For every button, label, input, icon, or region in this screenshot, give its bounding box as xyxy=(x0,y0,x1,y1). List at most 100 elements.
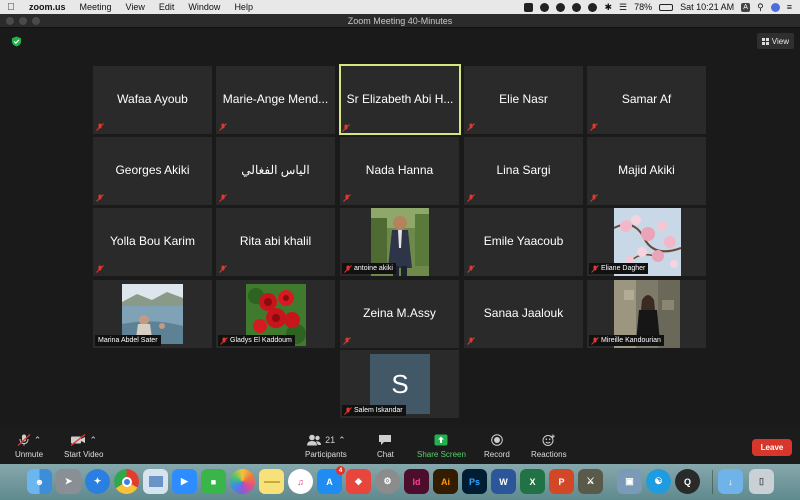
participant-name: Rita abi khalil xyxy=(239,234,312,248)
participant-tile[interactable]: Zeina M.Assy xyxy=(340,280,459,348)
participant-tile[interactable]: Marie-Ange Mend... xyxy=(216,66,335,134)
trash-icon[interactable]: ▯ xyxy=(749,469,774,494)
encryption-shield-icon[interactable] xyxy=(11,36,22,47)
audio-options-chevron-icon[interactable]: ⌃ xyxy=(34,435,42,446)
wifi-icon[interactable]: ☰ xyxy=(619,2,627,13)
participant-tile[interactable]: Yolla Bou Karim xyxy=(93,208,212,276)
participant-tile[interactable]: Sanaa Jaalouk xyxy=(464,280,583,348)
anydesk-icon[interactable]: ◆ xyxy=(346,469,371,494)
photoshop-icon[interactable]: Ps xyxy=(462,469,487,494)
participants-chevron-icon[interactable]: ⌃ xyxy=(338,435,346,446)
participant-tile-video[interactable]: antoine akiki xyxy=(340,208,459,276)
window-title-bar: Zoom Meeting 40-Minutes xyxy=(0,14,800,28)
window-controls xyxy=(6,17,40,25)
app-store-icon[interactable]: A4 xyxy=(317,466,345,494)
spotlight-search-icon[interactable]: ⚲ xyxy=(757,2,764,13)
preview-icon[interactable] xyxy=(143,469,168,494)
participant-tile-video[interactable]: Eliane Dagher xyxy=(587,208,706,276)
chrome-icon[interactable] xyxy=(114,469,139,494)
participant-tile[interactable]: الياس الفغالي xyxy=(216,137,335,205)
participants-label: Participants xyxy=(305,450,347,459)
downloads-folder-icon[interactable]: ↓ xyxy=(718,469,743,494)
participants-button[interactable]: 21 ⌃ Participants xyxy=(305,434,347,460)
photo-slideshow-icon[interactable]: ▣ xyxy=(617,469,642,494)
datetime[interactable]: Sat 10:21 AM xyxy=(680,2,734,12)
record-tray-icon[interactable] xyxy=(540,2,550,12)
participant-name-label: Mireille Kandourian xyxy=(589,335,664,346)
macos-dock: ☻ ➤ ✦ ▶ ■ ♫ A4 ◆ ⚙ Id Ai Ps W X P ⚔ ▣ ☯ … xyxy=(0,464,800,500)
unmute-button[interactable]: ⌃ Unmute xyxy=(15,434,43,459)
participant-name: Mireille Kandourian xyxy=(601,337,661,344)
menu-edit[interactable]: Edit xyxy=(152,2,182,12)
participant-tile[interactable]: Georges Akiki xyxy=(93,137,212,205)
gallery-grid-icon xyxy=(761,37,769,45)
facetime-icon[interactable]: ■ xyxy=(201,469,226,494)
view-button-label: View xyxy=(771,36,789,46)
apple-menu-icon[interactable]:  xyxy=(0,2,22,13)
muted-mic-icon xyxy=(219,194,227,202)
share-screen-button[interactable]: Share Screen xyxy=(417,434,466,459)
start-video-button[interactable]: ⌃ Start Video xyxy=(64,434,103,459)
participant-tile[interactable]: Samar Af xyxy=(587,66,706,134)
menu-app-zoom[interactable]: zoom.us xyxy=(22,2,73,12)
view-button[interactable]: View xyxy=(756,33,794,49)
siri-icon[interactable] xyxy=(770,2,780,12)
word-icon[interactable]: W xyxy=(491,469,516,494)
battery-icon[interactable] xyxy=(659,3,674,11)
menu-view[interactable]: View xyxy=(119,2,152,12)
finder-icon[interactable]: ☻ xyxy=(27,469,52,494)
launchpad-icon[interactable]: ➤ xyxy=(56,469,81,494)
reactions-button[interactable]: Reactions xyxy=(531,434,567,459)
participant-tile[interactable]: Nada Hanna xyxy=(340,137,459,205)
participant-tile[interactable]: Emile Yaacoub xyxy=(464,208,583,276)
participant-tile[interactable]: Lina Sargi xyxy=(464,137,583,205)
participant-name-label: Eliane Dagher xyxy=(589,263,649,274)
notes-icon[interactable] xyxy=(259,469,284,494)
participant-tile-video[interactable]: Gladys El Kaddoum xyxy=(216,280,335,348)
indesign-icon[interactable]: Id xyxy=(404,469,429,494)
record-button[interactable]: Record xyxy=(484,434,510,459)
close-window-button[interactable] xyxy=(6,17,14,25)
photos-icon[interactable] xyxy=(230,469,255,494)
input-source-icon[interactable]: A xyxy=(741,2,751,12)
muted-mic-icon xyxy=(591,265,599,273)
zoom-tray-icon[interactable] xyxy=(524,2,534,12)
participant-tile[interactable]: Elie Nasr xyxy=(464,66,583,134)
powerpoint-icon[interactable]: P xyxy=(549,469,574,494)
menu-window[interactable]: Window xyxy=(181,2,227,12)
zoom-icon[interactable]: ▶ xyxy=(172,469,197,494)
video-off-icon xyxy=(71,434,86,446)
system-preferences-icon[interactable]: ⚙ xyxy=(375,469,400,494)
minimize-window-button[interactable] xyxy=(19,17,27,25)
participant-tile-video[interactable]: Mireille Kandourian xyxy=(587,280,706,348)
chat-button[interactable]: Chat xyxy=(377,434,394,459)
notification-center-icon[interactable]: ≡ xyxy=(787,2,792,12)
fullscreen-window-button[interactable] xyxy=(32,17,40,25)
menu-bar-tray: ✱ ☰ 78% Sat 10:21 AM A ⚲ ≡ xyxy=(524,2,800,13)
excel-icon[interactable]: X xyxy=(520,469,545,494)
menu-meeting[interactable]: Meeting xyxy=(73,2,119,12)
menu-help[interactable]: Help xyxy=(227,2,260,12)
record-label: Record xyxy=(484,450,510,459)
quicktime-icon[interactable]: Q xyxy=(675,469,700,494)
game-icon[interactable]: ⚔ xyxy=(578,469,603,494)
accessibility-icon[interactable]: ☯ xyxy=(646,469,671,494)
participant-tile-active-speaker[interactable]: Sr Elizabeth Abi H... xyxy=(339,64,461,135)
video-options-chevron-icon[interactable]: ⌃ xyxy=(89,435,97,446)
participant-tile[interactable]: Majid Akiki xyxy=(587,137,706,205)
sync-tray-icon[interactable] xyxy=(572,2,582,12)
participant-name-label: Salem Iskandar xyxy=(342,405,406,416)
notification-tray-icon[interactable] xyxy=(588,2,598,12)
muted-mic-icon xyxy=(219,265,227,273)
participant-tile-video[interactable]: Marina Abdel Sater xyxy=(93,280,212,348)
itunes-icon[interactable]: ♫ xyxy=(288,469,313,494)
illustrator-icon[interactable]: Ai xyxy=(433,469,458,494)
chat-icon xyxy=(379,435,392,445)
participant-tile[interactable]: Rita abi khalil xyxy=(216,208,335,276)
participant-tile-video[interactable]: S Salem Iskandar xyxy=(340,350,459,418)
leave-meeting-button[interactable]: Leave xyxy=(752,439,792,456)
safari-icon[interactable]: ✦ xyxy=(85,469,110,494)
participant-tile[interactable]: Wafaa Ayoub xyxy=(93,66,212,134)
bluetooth-icon[interactable]: ✱ xyxy=(604,2,612,13)
camera-tray-icon[interactable] xyxy=(556,2,566,12)
